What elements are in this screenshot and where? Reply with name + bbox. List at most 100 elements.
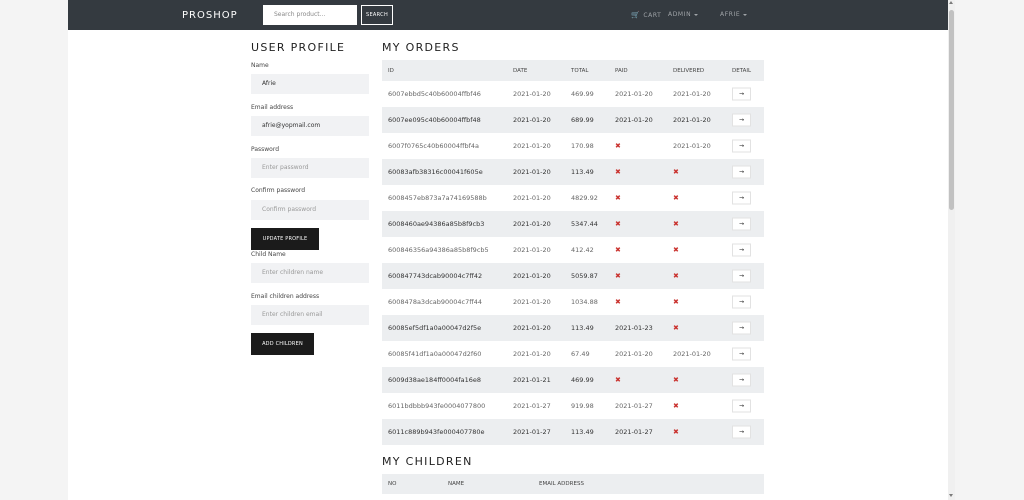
orders-title: MY ORDERS [382,41,460,54]
confirm-password-input[interactable]: Confirm password [251,200,369,220]
order-total: 412.42 [571,246,594,254]
detail-button[interactable]: → [732,295,751,309]
confirm-password-label: Confirm password [251,187,306,194]
order-date: 2021-01-20 [513,246,551,254]
cross-icon: ✖ [615,142,621,150]
order-id: 6011c889b943fe000407780e [388,428,485,436]
user-label: AFRIE [720,11,741,18]
arrow-right-icon: → [738,116,745,124]
column-header-date: DATE [513,67,528,74]
order-id: 6007ee095c40b60004ffbf48 [388,116,481,124]
detail-button[interactable]: → [732,269,751,283]
detail-button[interactable]: → [732,139,751,153]
order-id: 6008478a3dcab90004c7ff44 [388,298,483,306]
cross-icon: ✖ [673,376,679,384]
table-row: 6008478a3dcab90004c7ff44 2021-01-20 1034.8… [382,289,764,315]
profile-title: USER PROFILE [251,41,346,54]
column-header-id: ID [388,67,394,74]
cross-icon: ✖ [673,428,679,436]
brand-logo[interactable]: PROSHOP [182,10,238,21]
order-total: 1034.88 [571,298,598,306]
arrow-right-icon: → [738,168,745,176]
orders-table: ID DATE TOTAL PAID DELIVERED DETAIL 6007… [382,60,764,445]
cross-icon: ✖ [615,168,621,176]
chevron-down-icon [694,13,699,16]
child-email-input[interactable]: Enter children email [251,305,369,325]
arrow-right-icon: → [738,272,745,280]
name-label: Name [251,62,269,69]
order-date: 2021-01-20 [513,168,551,176]
scrollbar-thumb[interactable] [949,10,954,210]
children-table-header: NO NAME EMAIL ADDRESS [382,474,764,494]
column-header-name: NAME [448,481,465,487]
scroll-up-icon[interactable] [949,1,953,4]
table-row: 6008460ae94386a85b8f9cb3 2021-01-20 5347.4… [382,211,764,237]
admin-label: ADMIN [668,11,692,18]
order-total: 469.99 [571,90,594,98]
column-header-detail: DETAIL [732,67,752,74]
order-paid: 2021-01-27 [615,402,653,410]
order-total: 469.99 [571,376,594,384]
order-total: 170.98 [571,142,594,150]
cross-icon: ✖ [673,220,679,228]
admin-menu[interactable]: ADMIN [668,11,699,18]
table-row: 600846356a94386a85b8f9cb5 2021-01-20 412.4… [382,237,764,263]
detail-button[interactable]: → [732,347,751,361]
scroll-down-icon[interactable] [949,494,953,497]
cart-link[interactable]: 🛒 CART [631,11,661,19]
order-date: 2021-01-20 [513,272,551,280]
table-row: 6007f0765c40b60004ffbf4a 2021-01-20 170.98… [382,133,764,159]
add-children-button[interactable]: ADD CHILDREN [251,333,314,355]
cross-icon: ✖ [615,272,621,280]
column-header-no: NO [388,481,397,487]
password-label: Password [251,146,280,153]
order-total: 67.49 [571,350,590,358]
detail-button[interactable]: → [732,113,751,127]
cross-icon: ✖ [673,298,679,306]
email-input[interactable]: afrie@yopmail.com [251,116,369,136]
order-date: 2021-01-20 [513,220,551,228]
order-id: 6007f0765c40b60004ffbf4a [388,142,480,150]
order-date: 2021-01-20 [513,194,551,202]
order-id: 600846356a94386a85b8f9cb5 [388,246,489,254]
child-name-label: Child Name [251,251,286,258]
order-total: 689.99 [571,116,594,124]
child-name-input[interactable]: Enter children name [251,263,369,283]
detail-button[interactable]: → [732,243,751,257]
order-date: 2021-01-20 [513,90,551,98]
order-total: 4829.92 [571,194,598,202]
detail-button[interactable]: → [732,425,751,439]
table-row: 6007ee095c40b60004ffbf48 2021-01-20 689.99… [382,107,764,133]
cross-icon: ✖ [673,402,679,410]
arrow-right-icon: → [738,142,745,150]
detail-button[interactable]: → [732,191,751,205]
update-profile-button[interactable]: UPDATE PROFILE [251,228,319,250]
order-total: 113.49 [571,324,594,332]
name-input[interactable]: Afrie [251,74,369,94]
search-button[interactable]: SEARCH [361,5,393,25]
cross-icon: ✖ [615,376,621,384]
cross-icon: ✖ [615,194,621,202]
table-row: 6011c889b943fe000407780e 2021-01-27 113.49… [382,419,764,445]
table-row: 6007ebbd5c40b60004ffbf46 2021-01-20 469.99… [382,81,764,107]
detail-button[interactable]: → [732,399,751,413]
order-total: 113.49 [571,428,594,436]
table-row: 6008457eb873a7a74169588b 2021-01-20 4829.9… [382,185,764,211]
arrow-right-icon: → [738,90,745,98]
column-header-total: TOTAL [571,67,589,74]
detail-button[interactable]: → [732,165,751,179]
password-input[interactable]: Enter password [251,158,369,178]
user-menu[interactable]: AFRIE [720,11,748,18]
order-date: 2021-01-21 [513,376,551,384]
order-date: 2021-01-20 [513,116,551,124]
order-paid: 2021-01-27 [615,428,653,436]
order-date: 2021-01-20 [513,350,551,358]
search-input[interactable]: Search product... [263,5,357,25]
cross-icon: ✖ [673,272,679,280]
detail-button[interactable]: → [732,321,751,335]
detail-button[interactable]: → [732,87,751,101]
column-header-delivered: DELIVERED [673,67,705,74]
detail-button[interactable]: → [732,217,751,231]
arrow-right-icon: → [738,402,745,410]
detail-button[interactable]: → [732,373,751,387]
